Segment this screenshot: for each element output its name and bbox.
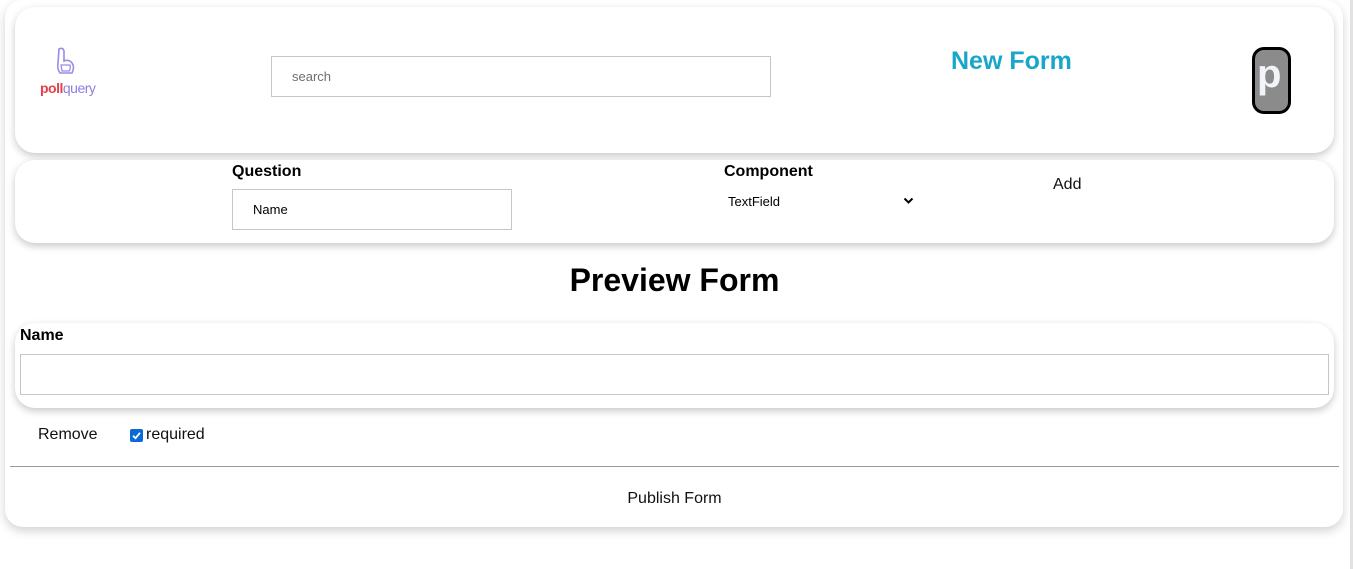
page: pollquery New Form p Question Component …: [0, 0, 1353, 569]
question-input[interactable]: [232, 189, 512, 230]
question-label: Question: [232, 163, 302, 180]
pollquery-logo-icon: [56, 47, 75, 74]
preview-field-card: [15, 323, 1334, 408]
logo-text: pollquery: [40, 80, 96, 96]
divider: [10, 466, 1339, 467]
required-toggle[interactable]: required: [130, 426, 205, 444]
add-button[interactable]: Add: [1053, 176, 1081, 194]
check-icon: [132, 431, 141, 440]
logo-query-text: query: [62, 80, 96, 96]
preview-name-input[interactable]: [20, 354, 1329, 395]
logo-poll-text: poll: [40, 80, 63, 96]
component-label: Component: [724, 163, 813, 180]
search-input[interactable]: [271, 56, 771, 97]
avatar[interactable]: p: [1252, 47, 1291, 114]
preview-field-label: Name: [20, 327, 64, 344]
chevron-down-icon: [903, 197, 914, 204]
remove-button[interactable]: Remove: [38, 426, 98, 444]
header: pollquery New Form p: [15, 7, 1334, 153]
preview-heading: Preview Form: [569, 262, 780, 298]
required-checkbox[interactable]: [130, 428, 143, 442]
component-select[interactable]: TextField: [724, 190, 918, 212]
logo[interactable]: pollquery: [39, 47, 96, 99]
avatar-letter: p: [1257, 52, 1282, 96]
required-label: required: [146, 426, 205, 443]
component-select-value: TextField: [728, 194, 781, 209]
question-builder: Question Component TextField Add: [15, 160, 1334, 243]
publish-form-button[interactable]: Publish Form: [0, 490, 1349, 508]
form-title: New Form: [951, 47, 1072, 75]
